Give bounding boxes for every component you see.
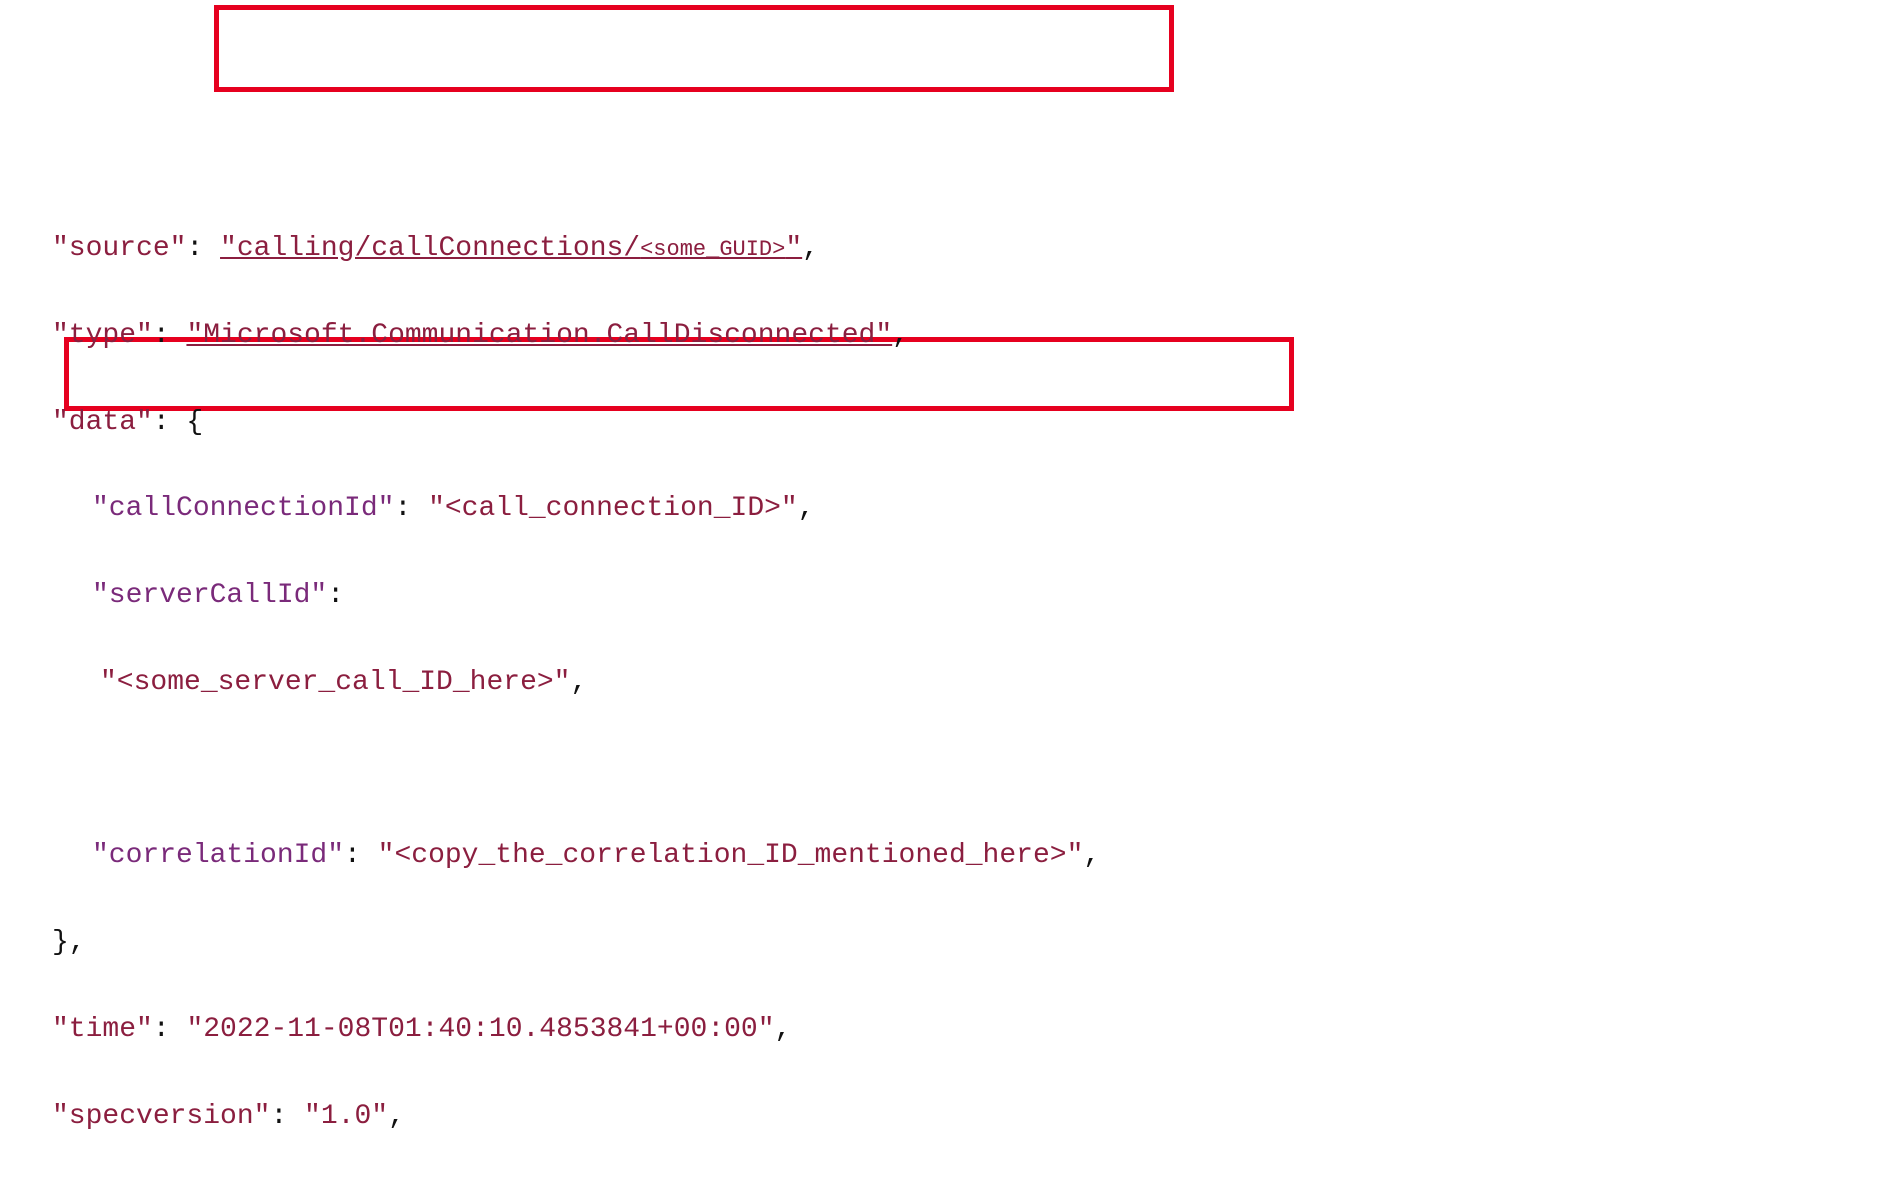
value-source-suffix: " bbox=[785, 233, 802, 264]
value-correlationid: "<copy_the_correlation_ID_mentioned_here… bbox=[378, 840, 1084, 871]
value-source-prefix: "calling/callConnections/ bbox=[220, 233, 640, 264]
highlight-type-value bbox=[214, 5, 1174, 92]
key-specversion: "specversion" bbox=[52, 1101, 270, 1132]
line-correlationid: "correlationId": "<copy_the_correlation_… bbox=[52, 834, 1879, 877]
line-servercallid-key: "serverCallId": bbox=[52, 574, 1879, 617]
key-callconnectionid: "callConnectionId" bbox=[92, 493, 394, 524]
value-servercallid: "<some_server_call_ID_here>" bbox=[100, 667, 570, 698]
value-time: "2022-11-08T01:40:10.4853841+00:00" bbox=[186, 1014, 774, 1045]
key-source: "source" bbox=[52, 233, 186, 264]
line-data-open: "data": { bbox=[52, 401, 1879, 444]
value-callconnectionid: "<call_connection_ID>" bbox=[428, 493, 798, 524]
value-type: "Microsoft.Communication.CallDisconnecte… bbox=[186, 320, 892, 351]
line-data-close: }, bbox=[52, 921, 1879, 964]
line-time: "time": "2022-11-08T01:40:10.4853841+00:… bbox=[52, 1008, 1879, 1051]
line-specversion: "specversion": "1.0", bbox=[52, 1095, 1879, 1138]
json-code-block: "source": "calling/callConnections/<some… bbox=[0, 0, 1889, 1192]
line-source: "source": "calling/callConnections/<some… bbox=[52, 227, 1879, 270]
key-servercallid: "serverCallId" bbox=[92, 580, 327, 611]
value-source-guid: <some_GUID> bbox=[640, 237, 785, 262]
line-type: "type": "Microsoft.Communication.CallDis… bbox=[52, 314, 1879, 357]
key-correlationid: "correlationId" bbox=[92, 840, 344, 871]
value-specversion: "1.0" bbox=[304, 1101, 388, 1132]
line-callconnectionid: "callConnectionId": "<call_connection_ID… bbox=[52, 487, 1879, 530]
key-type: "type" bbox=[52, 320, 153, 351]
line-servercallid-val: "<some_server_call_ID_here>", bbox=[52, 661, 1879, 704]
line-blank bbox=[52, 748, 1879, 791]
key-data: "data" bbox=[52, 407, 153, 438]
key-time: "time" bbox=[52, 1014, 153, 1045]
